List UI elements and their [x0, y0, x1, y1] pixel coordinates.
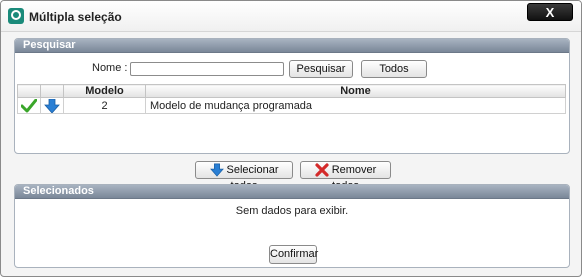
- nome-cell: Modelo de mudança programada: [145, 97, 566, 114]
- search-button[interactable]: Pesquisar: [289, 60, 353, 78]
- modelo-cell: 2: [63, 97, 146, 114]
- column-header-move: [40, 84, 64, 98]
- search-panel-header: Pesquisar: [15, 39, 569, 53]
- column-header-nome[interactable]: Nome: [145, 84, 566, 98]
- table-header-row: Modelo Nome: [17, 84, 566, 98]
- title-bar: Múltipla seleção X: [1, 1, 581, 32]
- table-row[interactable]: 2 Modelo de mudança programada: [17, 97, 566, 114]
- search-panel: Pesquisar Nome : Pesquisar Todos Modelo …: [14, 38, 570, 154]
- close-button[interactable]: X: [527, 3, 573, 21]
- results-table: Modelo Nome 2 Modelo de mudança programa…: [17, 84, 566, 114]
- selected-panel-header: Selecionados: [15, 185, 569, 199]
- move-cell[interactable]: [40, 97, 64, 114]
- empty-message: Sem dados para exibir.: [235, 205, 349, 217]
- multi-select-dialog: Múltipla seleção X Pesquisar Nome : Pesq…: [0, 0, 582, 277]
- column-header-modelo[interactable]: Modelo: [63, 84, 146, 98]
- select-cell[interactable]: [17, 97, 41, 114]
- arrow-down-icon: [209, 163, 224, 177]
- checkmark-icon[interactable]: [21, 98, 37, 113]
- dialog-title: Múltipla seleção: [29, 10, 122, 24]
- name-input[interactable]: [130, 62, 284, 76]
- select-all-button[interactable]: Selecionar todos: [195, 161, 293, 192]
- arrow-down-icon[interactable]: [44, 98, 60, 113]
- app-logo-icon: [8, 8, 24, 24]
- confirm-button[interactable]: Confirmar: [269, 245, 318, 264]
- name-label: Nome :: [92, 62, 128, 74]
- remove-all-button[interactable]: Remover todos: [300, 161, 391, 192]
- remove-x-icon: [315, 163, 329, 177]
- all-button[interactable]: Todos: [361, 60, 427, 78]
- column-header-select: [17, 84, 41, 98]
